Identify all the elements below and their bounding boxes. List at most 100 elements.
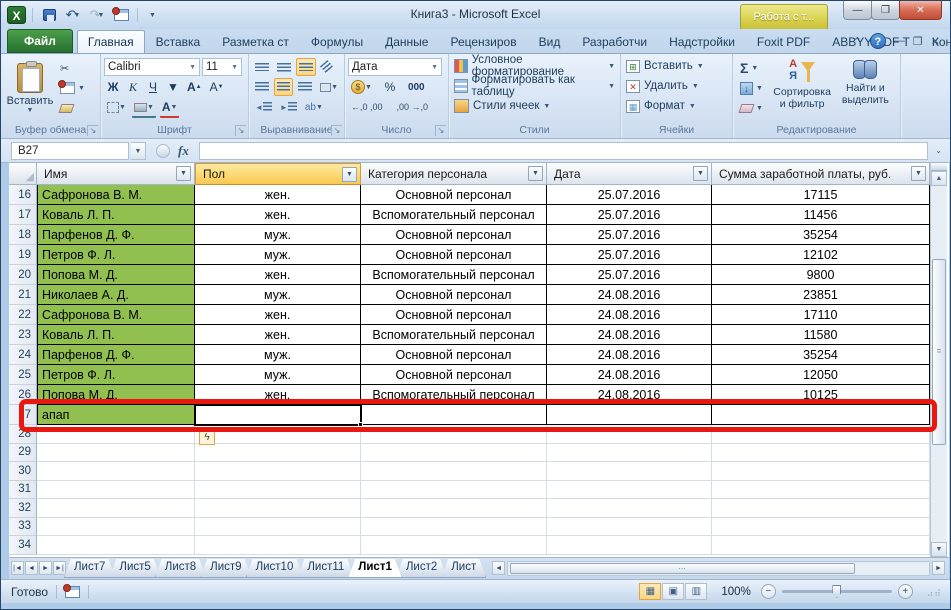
number-format-combo[interactable]: Дата▼	[348, 58, 442, 76]
cell-name[interactable]: Коваль Л. П.	[37, 205, 195, 225]
cell-name[interactable]: Коваль Л. П.	[37, 325, 195, 345]
hscroll-left-icon[interactable]: ◄	[492, 561, 505, 575]
empty-cell[interactable]	[547, 444, 712, 463]
row-header[interactable]: 33	[9, 518, 37, 537]
restore-button[interactable]: ❐	[871, 1, 900, 20]
fill-button[interactable]: ↓▼	[736, 79, 771, 97]
empty-cell[interactable]	[547, 481, 712, 500]
align-left-button[interactable]	[252, 78, 272, 96]
cell-salary[interactable]: 35254	[712, 345, 930, 365]
sheet-tab-Лист9[interactable]: Лист9	[200, 559, 251, 578]
last-sheet-icon[interactable]: ►|	[53, 561, 66, 575]
cell-styles-button[interactable]: Стили ячеек▼	[452, 96, 617, 116]
cell-gender[interactable]: муж.	[195, 365, 361, 385]
filter-dropdown-icon[interactable]: ▼	[528, 166, 543, 181]
empty-cell[interactable]	[37, 462, 195, 481]
zoom-level[interactable]: 100%	[721, 586, 750, 598]
cell-salary[interactable]: 12050	[712, 365, 930, 385]
comma-style-button[interactable]: 000	[405, 78, 428, 96]
find-select-button[interactable]: Найти и выделить	[834, 56, 897, 118]
column-header-date[interactable]: Дата▼	[547, 163, 712, 185]
empty-cell[interactable]	[712, 499, 930, 518]
tab-Вставка[interactable]: Вставка	[145, 30, 212, 53]
alignment-dialog-launcher[interactable]: ↘	[331, 125, 342, 136]
row-header[interactable]: 21	[9, 285, 37, 305]
minimize-button[interactable]: —	[843, 1, 872, 20]
conditional-formatting-button[interactable]: Условное форматирование▼	[452, 56, 617, 76]
format-as-table-button[interactable]: Форматировать как таблицу▼	[452, 76, 617, 96]
percent-style-button[interactable]: %	[381, 78, 399, 96]
tab-Файл[interactable]: Файл	[7, 29, 73, 53]
wrap-text-button[interactable]: ab▼	[302, 98, 326, 116]
cell-salary[interactable]: 11580	[712, 325, 930, 345]
cell-salary[interactable]: 9800	[712, 265, 930, 285]
decrease-indent-button[interactable]: ◄	[252, 98, 275, 116]
empty-cell[interactable]	[361, 499, 547, 518]
empty-cell[interactable]	[195, 444, 361, 463]
resize-grip[interactable]: ⣠⣴	[927, 586, 942, 597]
cell-name[interactable]: Сафронова В. М.	[37, 305, 195, 325]
delete-cells-button[interactable]: ✕Удалить▼	[624, 76, 729, 96]
page-break-view-button[interactable]: ▥	[685, 583, 707, 600]
row-header[interactable]: 24	[9, 345, 37, 365]
row-header[interactable]: 23	[9, 325, 37, 345]
cell-gender[interactable]: жен.	[195, 325, 361, 345]
help-icon[interactable]: ?	[870, 33, 886, 49]
align-middle-button[interactable]	[274, 58, 294, 76]
cell-gender[interactable]: муж.	[195, 245, 361, 265]
empty-cell[interactable]	[37, 536, 195, 555]
next-sheet-icon[interactable]: ►	[39, 561, 52, 575]
empty-cell[interactable]	[547, 536, 712, 555]
empty-cell[interactable]	[712, 536, 930, 555]
empty-cell[interactable]	[547, 499, 712, 518]
workbook-restore-icon[interactable]: ❐	[913, 35, 923, 48]
align-bottom-button[interactable]	[296, 58, 316, 76]
italic-button[interactable]: К	[124, 78, 142, 96]
align-top-button[interactable]	[252, 58, 272, 76]
empty-cell[interactable]	[712, 444, 930, 463]
empty-cell[interactable]	[37, 499, 195, 518]
row-header[interactable]: 32	[9, 499, 37, 518]
prev-sheet-icon[interactable]: ◄	[25, 561, 38, 575]
row-header[interactable]: 34	[9, 536, 37, 555]
row-header[interactable]: 18	[9, 225, 37, 245]
empty-cell[interactable]	[361, 518, 547, 537]
cell-date[interactable]: 24.08.2016	[547, 345, 712, 365]
cell-category[interactable]: Основной персонал	[361, 365, 547, 385]
font-name-combo[interactable]: Calibri▼	[104, 58, 200, 76]
cell-category[interactable]: Основной персонал	[361, 345, 547, 365]
cell-category[interactable]: Основной персонал	[361, 245, 547, 265]
sheet-tab-Лист1[interactable]: Лист1	[348, 559, 402, 578]
underline-dropdown-icon[interactable]: ▼	[164, 78, 182, 96]
cell-date[interactable]: 25.07.2016	[547, 205, 712, 225]
tab-Данные[interactable]: Данные	[374, 30, 439, 53]
cell-name[interactable]: Парфенов Д. Ф.	[37, 345, 195, 365]
clipboard-dialog-launcher[interactable]: ↘	[87, 125, 98, 136]
empty-cell[interactable]	[195, 499, 361, 518]
cell-date[interactable]: 25.07.2016	[547, 225, 712, 245]
close-button[interactable]: ✕	[899, 1, 942, 20]
vertical-scrollbar[interactable]: ▲ ▼	[930, 163, 947, 557]
formula-bar-splitter[interactable]	[156, 144, 170, 158]
font-color-button[interactable]: А▼	[159, 98, 181, 116]
horizontal-scrollbar-thumb[interactable]	[510, 563, 855, 574]
row-header[interactable]: 29	[9, 444, 37, 463]
row-header[interactable]: 20	[9, 265, 37, 285]
empty-cell[interactable]	[712, 462, 930, 481]
empty-cell[interactable]	[37, 518, 195, 537]
context-tab-group-label[interactable]: Работа с т...	[740, 4, 828, 29]
column-header-category[interactable]: Категория персонала▼	[361, 163, 547, 185]
empty-cell[interactable]	[712, 518, 930, 537]
sheet-tab-Лист5[interactable]: Лист5	[109, 559, 160, 578]
name-box[interactable]: B27	[11, 142, 129, 160]
empty-cell[interactable]	[547, 518, 712, 537]
filter-dropdown-icon[interactable]: ▼	[911, 166, 926, 181]
page-layout-view-button[interactable]: ▣	[662, 583, 684, 600]
cell-salary[interactable]: 12102	[712, 245, 930, 265]
sheet-tab-Лист7[interactable]: Лист7	[64, 559, 115, 578]
empty-cell[interactable]	[361, 444, 547, 463]
cell-category[interactable]: Основной персонал	[361, 285, 547, 305]
cell-category[interactable]: Вспомогательный персонал	[361, 325, 547, 345]
normal-view-button[interactable]: ▦	[639, 583, 661, 600]
insert-function-button[interactable]: fx	[176, 143, 197, 159]
